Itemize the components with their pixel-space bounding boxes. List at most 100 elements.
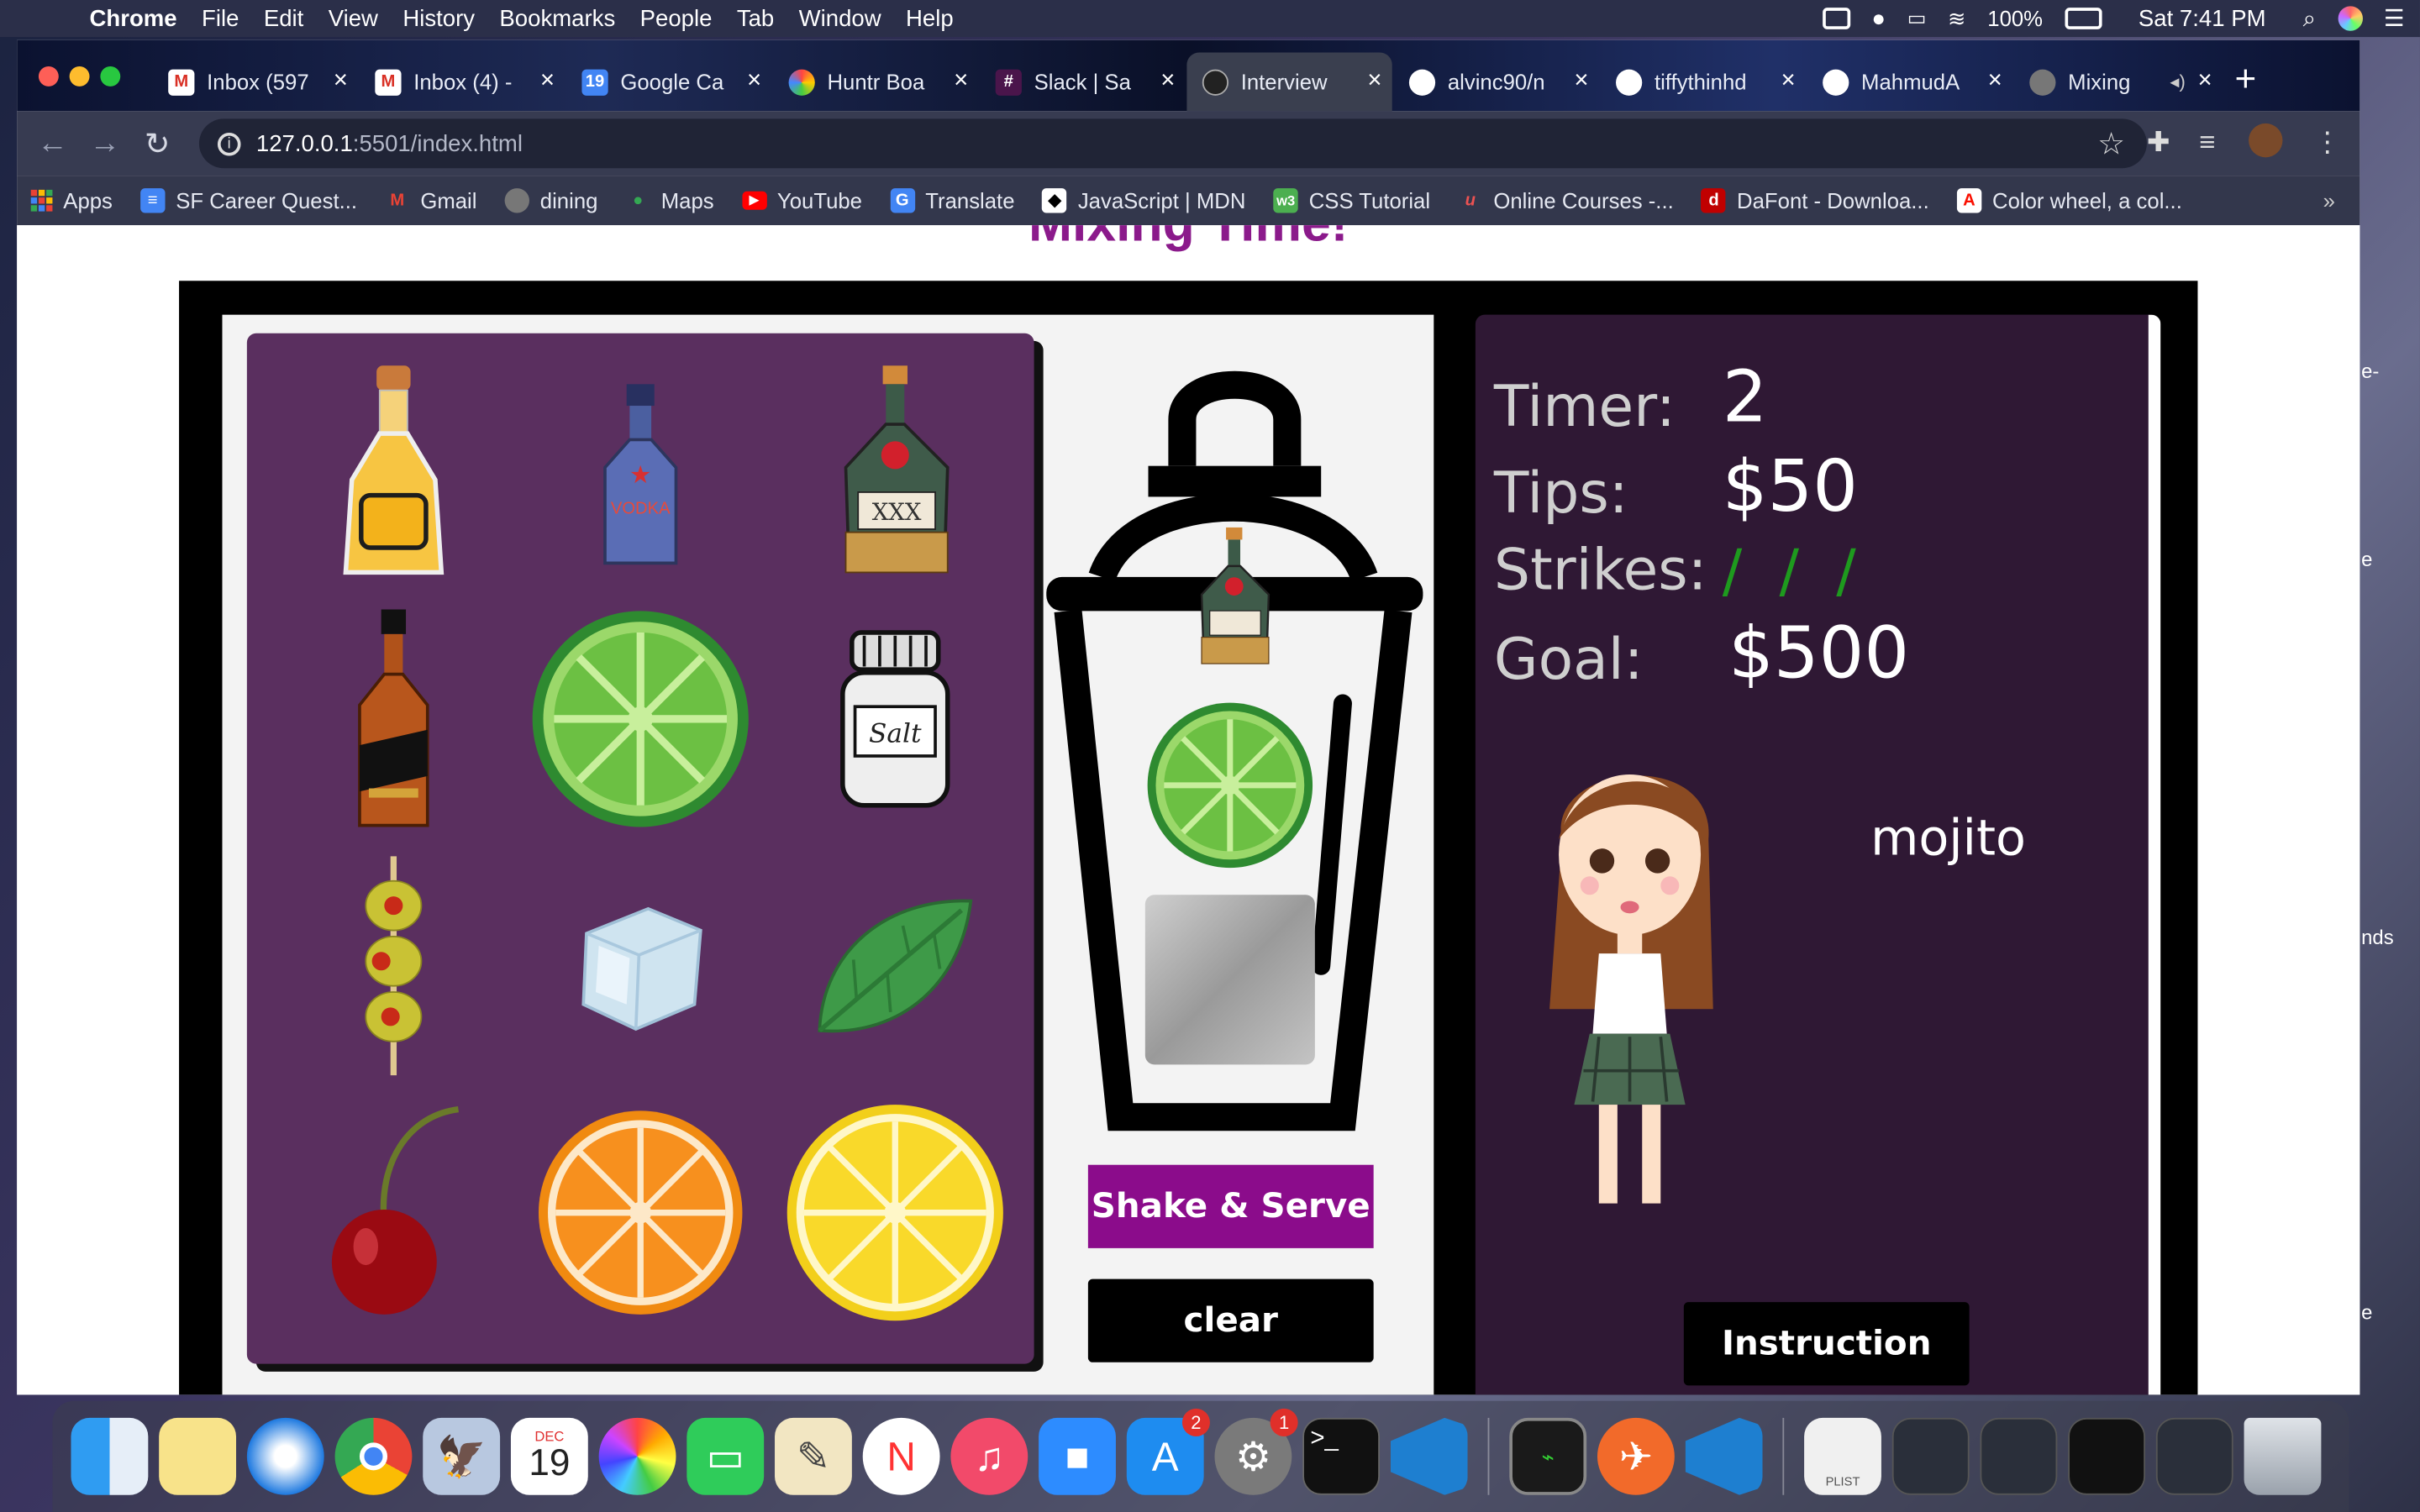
bookmark-css-tutorial[interactable]: w3 CSS Tutorial	[1260, 188, 1444, 213]
zoom-icon[interactable]	[1822, 8, 1850, 29]
close-tab-icon[interactable]: ×	[954, 68, 968, 96]
desktop-file-label[interactable]: e	[2361, 1300, 2372, 1324]
address-bar[interactable]: i 127.0.0.1:5501/index.html ☆	[198, 118, 2147, 169]
spotlight-search-icon[interactable]: ⌕	[2303, 5, 2316, 31]
menu-window[interactable]: Window	[786, 5, 893, 31]
menu-tab[interactable]: Tab	[724, 5, 786, 31]
new-tab-button[interactable]: +	[2235, 59, 2257, 102]
menu-view[interactable]: View	[316, 5, 391, 31]
close-tab-icon[interactable]: ×	[1988, 68, 2002, 96]
calendar-icon[interactable]: DEC 19	[510, 1417, 588, 1495]
activity-monitor-icon[interactable]: ⌁	[1509, 1417, 1587, 1495]
tab-github-mahmud[interactable]: MahmudA ×	[1807, 52, 2012, 111]
ingredient-ice[interactable]	[524, 846, 756, 1085]
close-tab-icon[interactable]: ×	[1781, 68, 1796, 96]
vscode-icon[interactable]	[1685, 1417, 1763, 1495]
plist-file-icon[interactable]: PLIST	[1804, 1417, 1881, 1495]
window-thumbnail-icon[interactable]	[2068, 1417, 2146, 1495]
trash-icon[interactable]	[2244, 1417, 2322, 1495]
maximize-window-icon[interactable]	[100, 66, 121, 87]
menu-edit[interactable]: Edit	[251, 5, 316, 31]
window-thumbnail-icon[interactable]	[2155, 1417, 2233, 1495]
close-tab-icon[interactable]: ×	[2198, 68, 2212, 96]
news-icon[interactable]: N	[862, 1417, 940, 1495]
menu-history[interactable]: History	[391, 5, 487, 31]
window-thumbnail-icon[interactable]	[1980, 1417, 2058, 1495]
airplay-icon[interactable]: ▭	[1907, 6, 1927, 30]
profile-avatar[interactable]	[2249, 123, 2283, 158]
forward-icon[interactable]: →	[79, 126, 131, 161]
ingredient-olives[interactable]	[278, 846, 510, 1085]
tab-github-tiffy[interactable]: tiffythinhd ×	[1601, 52, 1806, 111]
chrome-icon[interactable]	[334, 1417, 413, 1495]
close-tab-icon[interactable]: ×	[540, 68, 555, 96]
speaker-icon[interactable]: ◂)	[2170, 71, 2185, 92]
bookmark-online-courses[interactable]: u Online Courses -...	[1444, 188, 1688, 213]
ingredient-lemon[interactable]	[780, 1092, 1012, 1331]
shake-serve-button[interactable]: Shake & Serve	[1087, 1164, 1374, 1248]
vscode-icon[interactable]	[1390, 1417, 1468, 1495]
tab-gmail-1[interactable]: M Inbox (597 ×	[153, 52, 358, 111]
bookmark-color-wheel[interactable]: A Color wheel, a col...	[1943, 188, 2196, 213]
window-thumbnail-icon[interactable]	[1891, 1417, 1970, 1495]
menu-app-name[interactable]: Chrome	[77, 5, 190, 31]
ingredient-cherry[interactable]	[278, 1092, 510, 1331]
desktop-file-label[interactable]: e-	[2361, 360, 2379, 383]
ingredient-whiskey[interactable]	[278, 599, 510, 838]
preview-icon[interactable]: 🦅	[423, 1417, 501, 1495]
close-tab-icon[interactable]: ×	[747, 68, 761, 96]
menu-bookmarks[interactable]: Bookmarks	[487, 5, 628, 31]
ingredient-mint[interactable]	[780, 846, 1012, 1085]
system-preferences-icon[interactable]: ⚙ 1	[1214, 1408, 1298, 1495]
postman-icon[interactable]: ✈	[1597, 1417, 1675, 1495]
ingredient-orange[interactable]	[524, 1092, 756, 1331]
tab-mixing[interactable]: Mixing ◂) ×	[2014, 52, 2219, 111]
minimize-window-icon[interactable]	[69, 66, 90, 87]
bookmark-maps[interactable]: ● Maps	[612, 188, 728, 213]
ingredient-tequila[interactable]	[278, 352, 510, 591]
more-menu-icon[interactable]: ⋮	[2313, 127, 2341, 160]
back-icon[interactable]: ←	[26, 126, 78, 161]
clock[interactable]: Sat 7:41 PM	[2139, 5, 2266, 31]
tab-huntr[interactable]: Huntr Boa ×	[773, 52, 978, 111]
clear-button[interactable]: clear	[1087, 1278, 1374, 1362]
zoom-app-icon[interactable]: ■	[1039, 1417, 1116, 1495]
close-tab-icon[interactable]: ×	[1160, 68, 1175, 96]
close-tab-icon[interactable]: ×	[1367, 68, 1381, 96]
desktop-file-label[interactable]: e	[2361, 548, 2372, 571]
media-controls-icon[interactable]: ≡	[2199, 127, 2215, 160]
menu-help[interactable]: Help	[893, 5, 965, 31]
tab-google-calendar[interactable]: 19 Google Ca ×	[566, 52, 771, 111]
battery-icon[interactable]	[2064, 8, 2102, 29]
evernote-icon[interactable]: ●	[1871, 5, 1886, 31]
tab-github-alvin[interactable]: alvinc90/n ×	[1394, 52, 1599, 111]
bookmark-dining[interactable]: dining	[491, 188, 612, 213]
music-icon[interactable]: ♫	[950, 1417, 1028, 1495]
tab-gmail-2[interactable]: M Inbox (4) - ×	[360, 52, 565, 111]
extensions-icon[interactable]: ✚	[2147, 127, 2170, 160]
photos-icon[interactable]	[598, 1417, 676, 1495]
menu-people[interactable]: People	[628, 5, 724, 31]
close-tab-icon[interactable]: ×	[1574, 68, 1588, 96]
safari-icon[interactable]	[246, 1417, 324, 1495]
notes-icon[interactable]	[159, 1417, 237, 1495]
bookmark-youtube[interactable]: ▶ YouTube	[728, 188, 876, 213]
bookmark-dafont[interactable]: d DaFont - Downloa...	[1687, 188, 1943, 213]
bookmark-mdn[interactable]: ◆ JavaScript | MDN	[1028, 188, 1260, 213]
notification-center-icon[interactable]: ☰	[2384, 5, 2405, 32]
bookmark-translate[interactable]: G Translate	[876, 188, 1028, 213]
menu-file[interactable]: File	[189, 5, 251, 31]
facetime-icon[interactable]: ▭	[687, 1417, 765, 1495]
tab-slack[interactable]: # Slack | Sa ×	[980, 52, 1185, 111]
ingredient-vodka[interactable]: ★ VODKA	[524, 352, 756, 591]
ingredient-lime[interactable]	[524, 599, 756, 838]
info-icon[interactable]: i	[217, 132, 241, 155]
close-tab-icon[interactable]: ×	[334, 68, 348, 96]
tab-interview[interactable]: Interview ×	[1186, 52, 1392, 112]
instruction-button[interactable]: Instruction	[1683, 1302, 1970, 1386]
reload-icon[interactable]: ↻	[131, 124, 183, 163]
bookmark-sf-career[interactable]: ≡ SF Career Quest...	[126, 188, 371, 213]
bookmark-apps[interactable]: Apps	[17, 188, 126, 213]
close-window-icon[interactable]	[38, 66, 59, 87]
terminal-icon[interactable]: >_	[1302, 1417, 1381, 1495]
